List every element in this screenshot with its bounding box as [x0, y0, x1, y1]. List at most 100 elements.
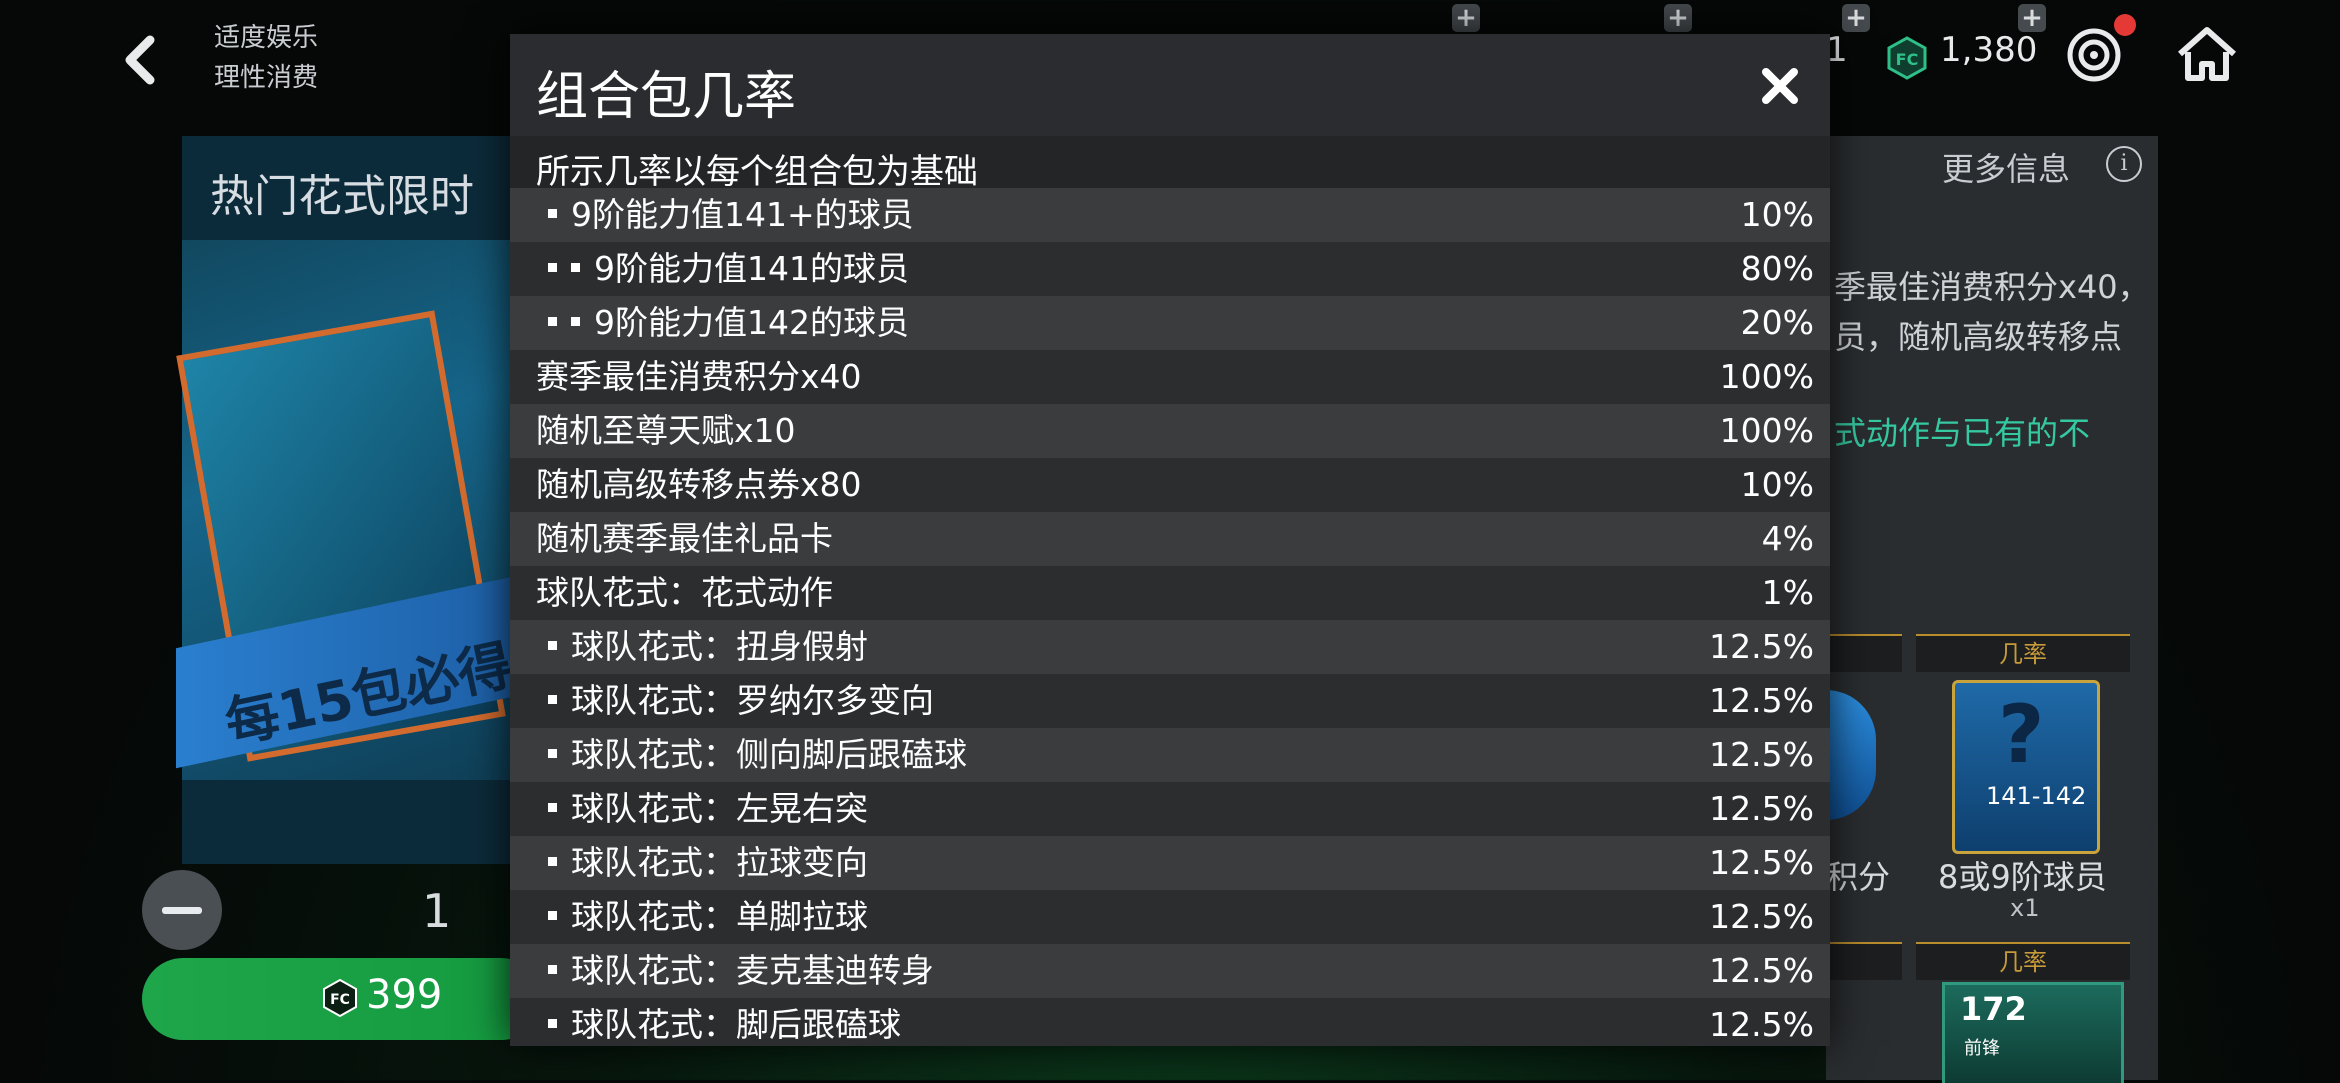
odds-row-text: 球队花式：左晃右突	[571, 789, 868, 828]
fc-coin-icon: FC	[1887, 36, 1927, 80]
odds-row-value: 12.5%	[1709, 789, 1814, 828]
odds-row-text: 球队花式：麦克基迪转身	[571, 951, 934, 990]
svg-text:FC: FC	[1896, 50, 1919, 69]
decrease-quantity-button[interactable]	[142, 870, 222, 950]
odds-row-value: 4%	[1761, 519, 1814, 558]
odds-row-label: 9阶能力值142的球员	[548, 302, 909, 344]
odds-row: 随机赛季最佳礼品卡 4%	[510, 512, 1830, 566]
odds-row-label: 球队花式：单脚拉球	[548, 896, 868, 938]
odds-row: 球队花式：花式动作 1%	[510, 566, 1830, 620]
details-note-line: 式动作与已有的不	[1834, 414, 2091, 452]
odds-row: 球队花式：拉球变向 12.5%	[510, 836, 1830, 890]
odds-row-text: 随机赛季最佳礼品卡	[536, 519, 833, 558]
bullet-icon	[548, 965, 557, 974]
odds-row-label: 球队花式：拉球变向	[548, 842, 868, 884]
player-rating-range: 141-142	[1986, 782, 2087, 810]
buy-price: 399	[366, 972, 443, 1018]
modal-subtitle: 所示几率以每个组合包为基础	[536, 152, 978, 192]
odds-row-label: 随机至尊天赋x10	[536, 410, 796, 452]
currency-balance: 1,380	[1940, 30, 2038, 70]
more-info-link[interactable]: 更多信息	[1942, 144, 2070, 190]
odds-row-text: 随机至尊天赋x10	[536, 411, 796, 450]
odds-row-label: 球队花式：花式动作	[536, 572, 833, 614]
odds-row-label: 赛季最佳消费积分x40	[536, 356, 862, 398]
odds-row: 9阶能力值142的球员 20%	[510, 296, 1830, 350]
odds-row-text: 球队花式：扭身假射	[571, 627, 868, 666]
odds-row: 球队花式：脚后跟磕球 12.5%	[510, 998, 1830, 1046]
odds-row: 赛季最佳消费积分x40 100%	[510, 350, 1830, 404]
bullet-icon	[548, 317, 557, 326]
bullet-icon	[548, 857, 557, 866]
odds-row: 球队花式：扭身假射 12.5%	[510, 620, 1830, 674]
odds-row-label: 随机高级转移点券x80	[536, 464, 862, 506]
odds-row-value: 12.5%	[1709, 735, 1814, 774]
fc-point-icon: FC	[323, 978, 357, 1018]
odds-row-value: 12.5%	[1709, 897, 1814, 936]
quantity-value: 1	[422, 884, 452, 938]
odds-row-text: 球队花式：脚后跟磕球	[571, 1005, 901, 1044]
odds-row-label: 球队花式：扭身假射	[548, 626, 868, 668]
bullet-icon	[548, 749, 557, 758]
odds-row-value: 10%	[1740, 465, 1814, 504]
home-icon[interactable]	[2176, 24, 2238, 84]
odds-row-label: 随机赛季最佳礼品卡	[536, 518, 833, 560]
odds-row: 随机高级转移点券x80 10%	[510, 458, 1830, 512]
unknown-player-icon: ?	[1998, 688, 2045, 781]
odds-row-text: 球队花式：拉球变向	[571, 843, 868, 882]
odds-card-header[interactable]: 几率	[1916, 634, 2130, 672]
odds-row-value: 80%	[1740, 249, 1814, 288]
pack-odds-modal: 组合包几率 9阶能力值141+的球员 10% 9阶能力值141的球员 80% 9阶能力值…	[510, 34, 1830, 1046]
odds-row-label: 球队花式：脚后跟磕球	[548, 1004, 901, 1046]
odds-row-value: 10%	[1740, 195, 1814, 234]
odds-row-value: 12.5%	[1709, 951, 1814, 990]
info-icon[interactable]: i	[2106, 146, 2142, 182]
odds-row-label: 9阶能力值141的球员	[548, 248, 909, 290]
odds-row-value: 20%	[1740, 303, 1814, 342]
reward-label: 8或9阶球员	[1938, 858, 2107, 896]
close-icon[interactable]	[1752, 58, 1808, 114]
odds-card-header[interactable]: 几率	[1916, 942, 2130, 980]
add-plus-icon[interactable]: +	[1452, 4, 1480, 32]
modal-title: 组合包几率	[536, 67, 797, 127]
odds-row-value: 12.5%	[1709, 1005, 1814, 1044]
add-plus-icon[interactable]: +	[1842, 4, 1870, 32]
odds-row-label: 球队花式：侧向脚后跟磕球	[548, 734, 967, 776]
add-plus-icon[interactable]: +	[1664, 4, 1692, 32]
odds-row: 球队花式：左晃右突 12.5%	[510, 782, 1830, 836]
card-header	[1826, 942, 1902, 980]
odds-row-label: 球队花式：罗纳尔多变向	[548, 680, 934, 722]
odds-row-text: 9阶能力值142的球员	[594, 303, 909, 342]
odds-row-text: 球队花式：单脚拉球	[571, 897, 868, 936]
bullet-icon	[548, 263, 557, 272]
odds-row-label: 9阶能力值141+的球员	[548, 194, 914, 236]
details-text-line: 季最佳消费积分x40，	[1834, 268, 2150, 306]
pack-title: 热门花式限时	[210, 171, 474, 222]
responsible-gaming-notice: 适度娱乐 理性消费	[214, 18, 318, 98]
player-position: 前锋	[1964, 1038, 2000, 1059]
odds-row: 球队花式：麦克基迪转身 12.5%	[510, 944, 1830, 998]
svg-text:FC: FC	[330, 992, 350, 1008]
odds-row-value: 100%	[1719, 357, 1814, 396]
reward-count: x1	[2010, 894, 2040, 922]
odds-row: 随机至尊天赋x10 100%	[510, 404, 1830, 458]
objectives-target-icon[interactable]	[2065, 26, 2123, 84]
back-arrow-icon[interactable]	[112, 30, 172, 90]
odds-row-text: 随机高级转移点券x80	[536, 465, 862, 504]
reward-label: 积分	[1826, 858, 1891, 896]
card-header	[1826, 634, 1902, 672]
odds-list[interactable]: 9阶能力值141+的球员 10% 9阶能力值141的球员 80% 9阶能力值142的球员…	[510, 188, 1830, 1046]
add-plus-icon[interactable]: +	[2018, 4, 2046, 32]
notice-line-2: 理性消费	[214, 63, 319, 93]
odds-row-label: 球队花式：左晃右突	[548, 788, 868, 830]
odds-row-value: 12.5%	[1709, 843, 1814, 882]
bullet-icon	[548, 803, 557, 812]
bullet-icon	[548, 911, 557, 920]
odds-row-text: 9阶能力值141+的球员	[571, 195, 914, 234]
odds-row-text: 球队花式：罗纳尔多变向	[571, 681, 934, 720]
odds-row-text: 球队花式：花式动作	[536, 573, 833, 612]
odds-row: 球队花式：罗纳尔多变向 12.5%	[510, 674, 1830, 728]
bullet-icon	[548, 1019, 557, 1028]
bullet-icon	[571, 263, 580, 272]
player-rating: 172	[1960, 990, 2027, 1028]
odds-row-text: 球队花式：侧向脚后跟磕球	[571, 735, 967, 774]
